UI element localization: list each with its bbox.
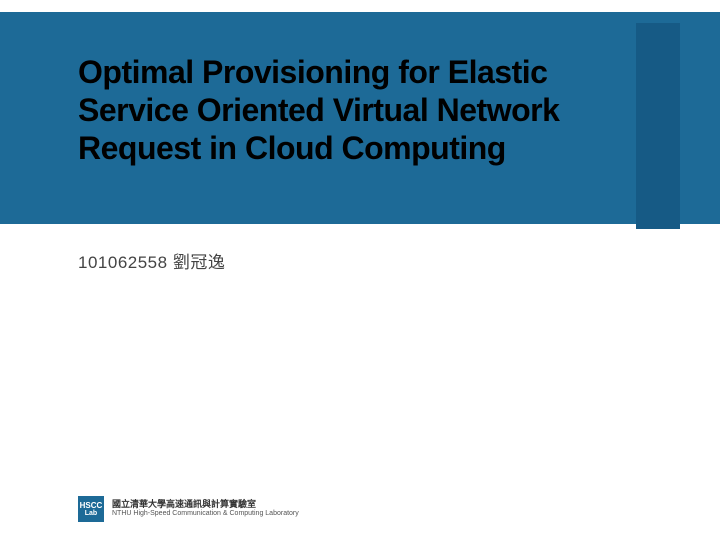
footer-text: 國立清華大學高速通訊與計算實驗室 NTHU High-Speed Communi… (112, 500, 299, 518)
author-name: 劉冠逸 (173, 253, 226, 272)
author-line: 101062558 劉冠逸 (78, 248, 225, 273)
subtitle-area: 101062558 劉冠逸 (78, 248, 225, 273)
footer: HSCC Lab 國立清華大學高速通訊與計算實驗室 NTHU High-Spee… (78, 496, 299, 522)
banner-accent-stripe (636, 23, 680, 229)
lab-logo: HSCC Lab (78, 496, 104, 522)
author-id: 101062558 (78, 253, 168, 272)
title-block: Optimal Provisioning for Elastic Service… (78, 54, 590, 167)
lab-name-en: NTHU High-Speed Communication & Computin… (112, 510, 299, 518)
slide-title: Optimal Provisioning for Elastic Service… (78, 54, 590, 167)
logo-text-1: HSCC (80, 502, 103, 510)
lab-name-zh: 國立清華大學高速通訊與計算實驗室 (112, 500, 299, 510)
logo-text-2: Lab (85, 510, 97, 517)
